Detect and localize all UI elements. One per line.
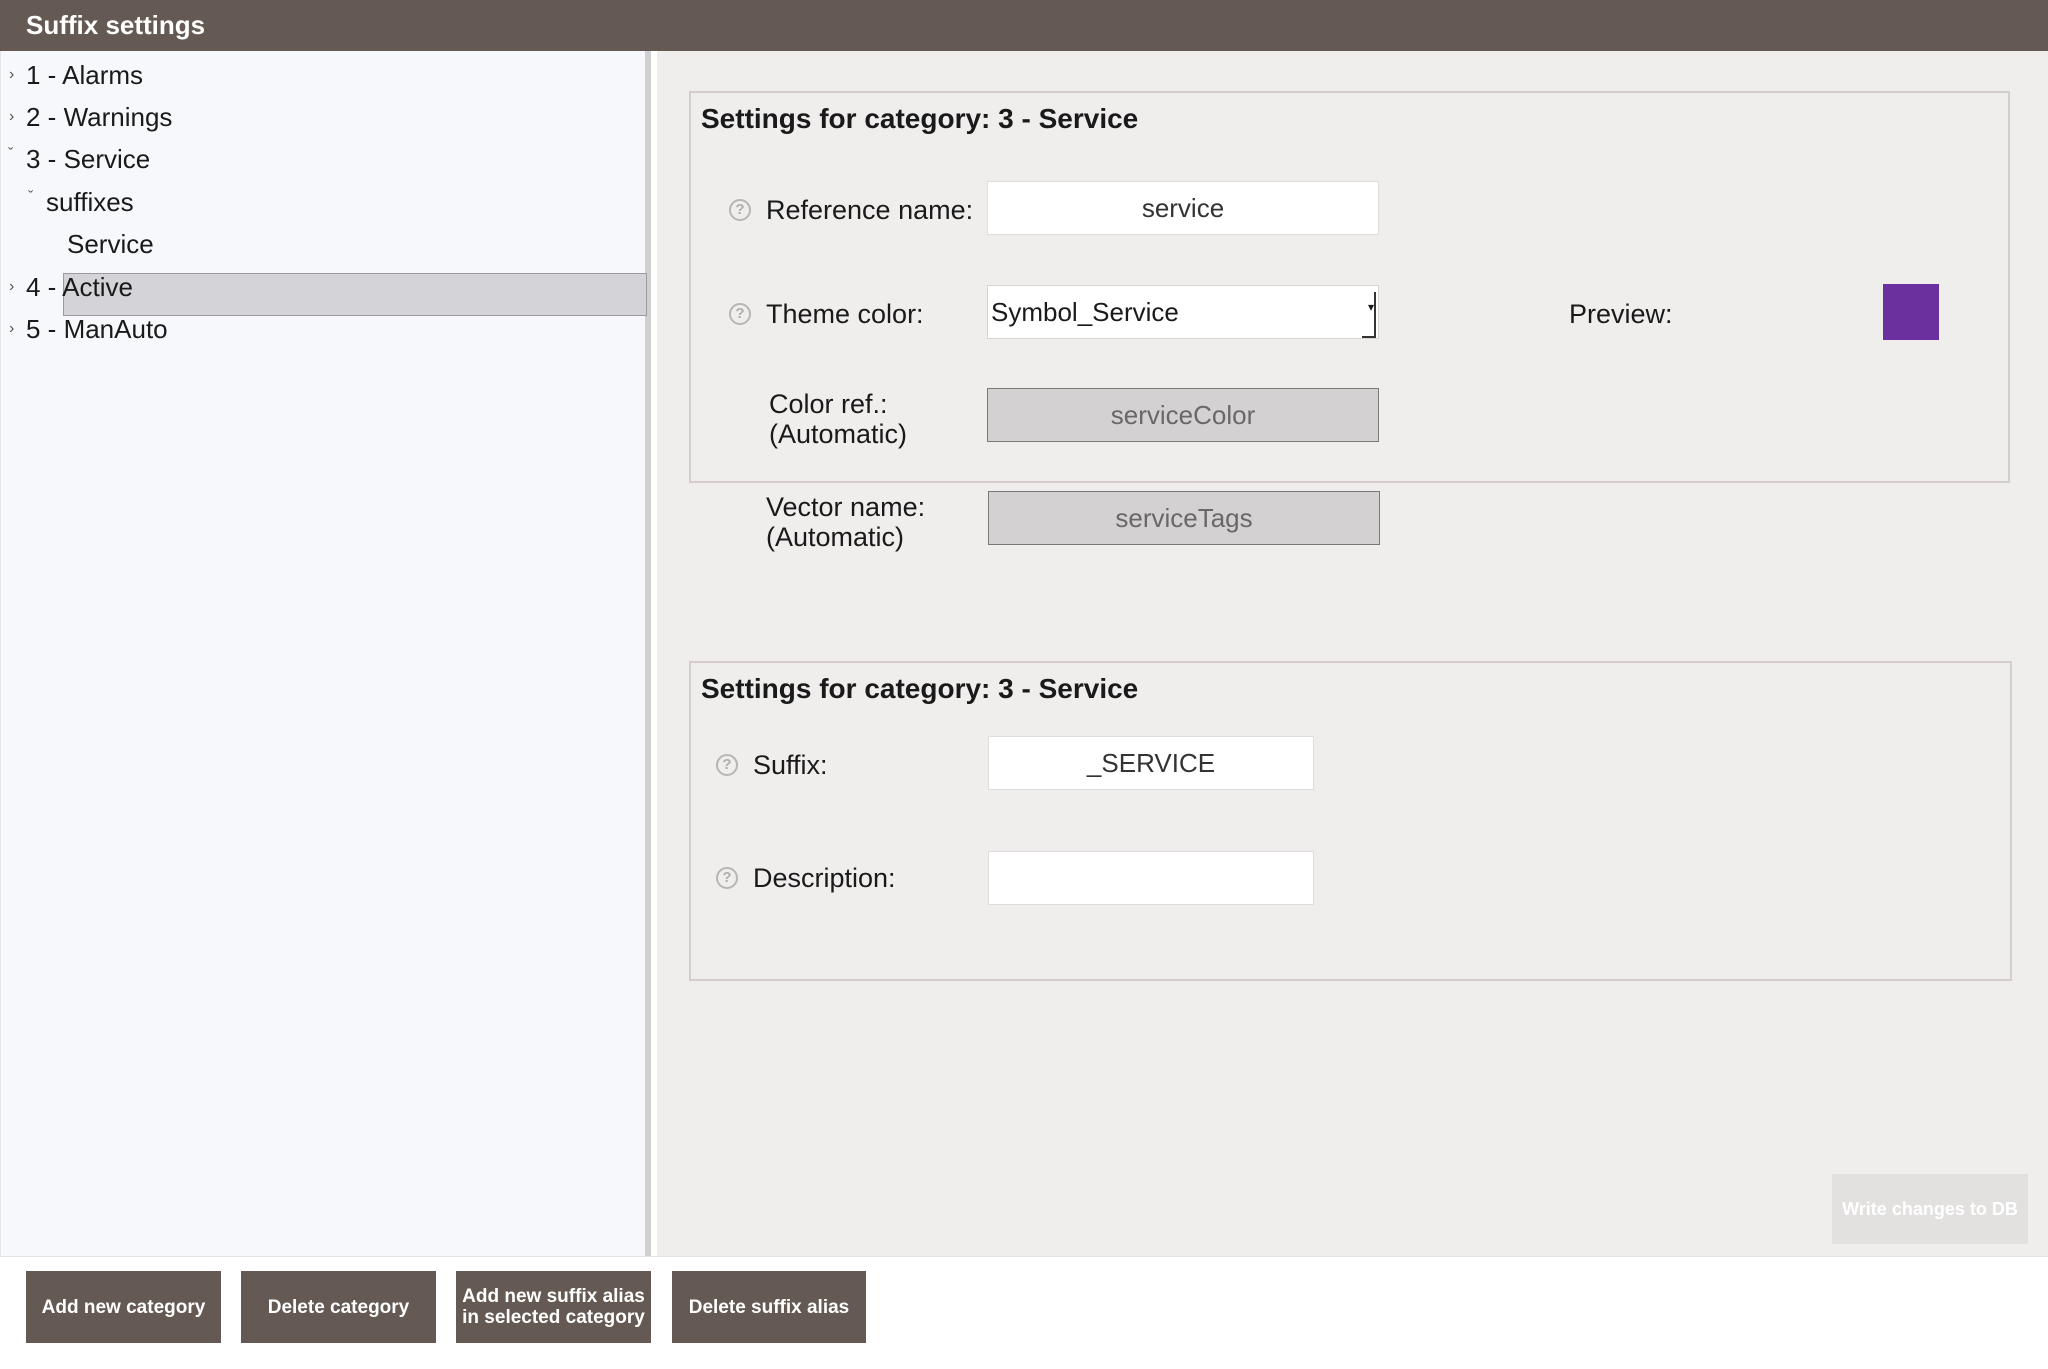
suffix-settings-group: Settings for category: 3 - Service ? Suf… — [689, 661, 2012, 981]
tree-item-suffixes[interactable]: ˇ suffixes — [1, 182, 641, 222]
bottom-toolbar: Add new category Delete category Add new… — [0, 1256, 2048, 1369]
tree-item-label: 3 - Service — [26, 144, 151, 174]
color-ref-label-auto: (Automatic) — [769, 419, 908, 449]
tree-item-manauto[interactable]: › 5 - ManAuto — [1, 309, 641, 349]
dropdown-arrow-icon[interactable]: ▾ — [1362, 292, 1376, 338]
category-settings-group: Settings for category: 3 - Service ? Ref… — [689, 91, 2010, 552]
preview-label: Preview: — [1569, 299, 1673, 329]
suffix-label: Suffix: — [753, 750, 828, 780]
chevron-right-icon[interactable]: › — [9, 97, 14, 137]
button-label: Add new suffix alias — [462, 1286, 645, 1307]
help-icon[interactable]: ? — [729, 199, 751, 221]
help-icon[interactable]: ? — [716, 754, 738, 776]
vector-name-label-auto: (Automatic) — [766, 522, 905, 552]
delete-suffix-alias-button[interactable]: Delete suffix alias — [672, 1271, 866, 1343]
suffix-input[interactable]: _SERVICE — [988, 736, 1314, 790]
add-suffix-alias-button[interactable]: Add new suffix alias in selected categor… — [456, 1271, 651, 1343]
write-changes-button[interactable]: Write changes to DB — [1832, 1174, 2028, 1244]
delete-category-button[interactable]: Delete category — [241, 1271, 436, 1343]
theme-color-label: Theme color: — [766, 299, 924, 329]
theme-color-value: Symbol_Service — [991, 297, 1179, 327]
reference-name-label: Reference name: — [766, 195, 974, 225]
help-icon[interactable]: ? — [729, 303, 751, 325]
theme-color-select[interactable]: Symbol_Service ▾ — [987, 285, 1379, 339]
tree-item-alarms[interactable]: › 1 - Alarms — [1, 55, 641, 95]
color-ref-field: serviceColor — [987, 388, 1379, 442]
tree-item-label: Service — [67, 229, 154, 259]
reference-name-input[interactable]: service — [987, 181, 1379, 235]
group-title: Settings for category: 3 - Service — [701, 673, 1139, 704]
group-title: Settings for category: 3 - Service — [701, 103, 1139, 134]
window-title: Suffix settings — [26, 10, 206, 40]
tree-item-label: 4 - Active — [26, 272, 133, 302]
add-category-button[interactable]: Add new category — [26, 1271, 221, 1343]
tree-item-label: suffixes — [46, 187, 134, 217]
button-label: Add new category — [41, 1296, 206, 1318]
button-label: Delete category — [267, 1296, 410, 1318]
button-label: Delete suffix alias — [688, 1296, 850, 1318]
tree-item-label: 2 - Warnings — [26, 102, 173, 132]
tree-item-label: 1 - Alarms — [26, 60, 144, 90]
description-label: Description: — [753, 863, 896, 893]
chevron-down-icon[interactable]: ˇ — [28, 178, 33, 218]
description-input[interactable] — [988, 851, 1314, 905]
tree-item-service[interactable]: ˇ 3 - Service — [1, 139, 641, 179]
vector-name-label: Vector name: — [766, 492, 926, 522]
title-bar: Suffix settings — [0, 0, 2048, 51]
chevron-right-icon[interactable]: › — [9, 55, 14, 95]
color-preview-swatch — [1883, 284, 1939, 340]
category-tree[interactable]: › 1 - Alarms › 2 - Warnings ˇ 3 - Servic… — [0, 51, 651, 1256]
chevron-right-icon[interactable]: › — [9, 267, 14, 307]
chevron-down-icon[interactable]: ˇ — [8, 135, 13, 175]
vector-name-field: serviceTags — [988, 491, 1380, 545]
settings-panel: Settings for category: 3 - Service ? Ref… — [657, 51, 2048, 1256]
tree-item-warnings[interactable]: › 2 - Warnings — [1, 97, 641, 137]
color-ref-label: Color ref.: — [769, 389, 888, 419]
tree-item-active[interactable]: › 4 - Active — [1, 267, 641, 307]
tree-item-service-suffix[interactable]: Service — [1, 224, 641, 264]
help-icon[interactable]: ? — [716, 867, 738, 889]
button-label: in selected category — [462, 1307, 645, 1328]
tree-item-label: 5 - ManAuto — [26, 314, 168, 344]
chevron-right-icon[interactable]: › — [9, 309, 14, 349]
